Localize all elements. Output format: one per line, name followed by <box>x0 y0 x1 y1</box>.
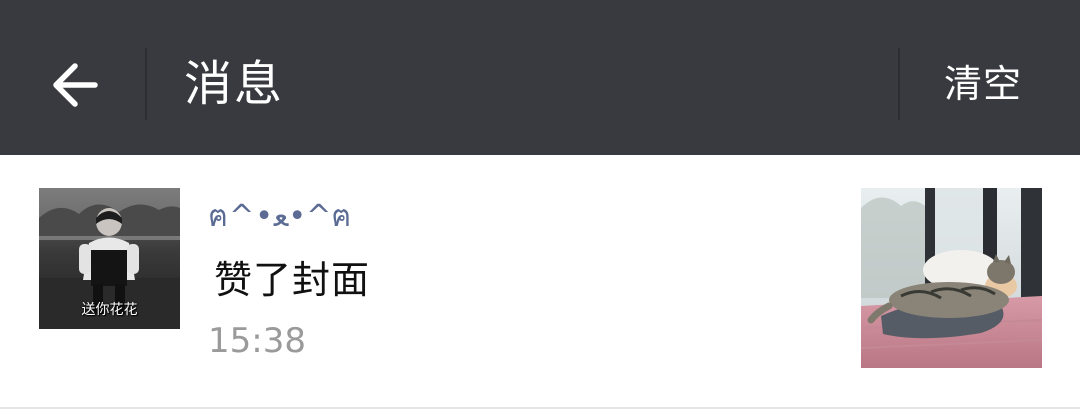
back-button[interactable] <box>30 40 120 130</box>
item-divider <box>0 407 1080 409</box>
message-item[interactable]: 送你花花 ฅ^•ﻌ•^ฅ 赞了封面 15:38 <box>0 155 1080 407</box>
header-divider-right <box>898 48 900 120</box>
cover-photo-image <box>861 188 1042 368</box>
notification-text: 赞了封面 <box>214 258 371 302</box>
message-list: 送你花花 ฅ^•ﻌ•^ฅ 赞了封面 15:38 <box>0 155 1080 415</box>
top-bar: 消息 清空 <box>0 0 1080 155</box>
user-avatar[interactable]: 送你花花 <box>39 188 180 329</box>
page-title: 消息 <box>184 56 285 112</box>
header-divider-left <box>145 48 147 120</box>
username[interactable]: ฅ^•ﻌ•^ฅ <box>208 199 352 235</box>
timestamp: 15:38 <box>208 321 306 361</box>
avatar-caption: 送你花花 <box>81 302 138 318</box>
clear-button[interactable]: 清空 <box>944 58 1022 110</box>
cover-thumbnail[interactable] <box>861 188 1042 368</box>
back-arrow-icon <box>53 63 98 107</box>
